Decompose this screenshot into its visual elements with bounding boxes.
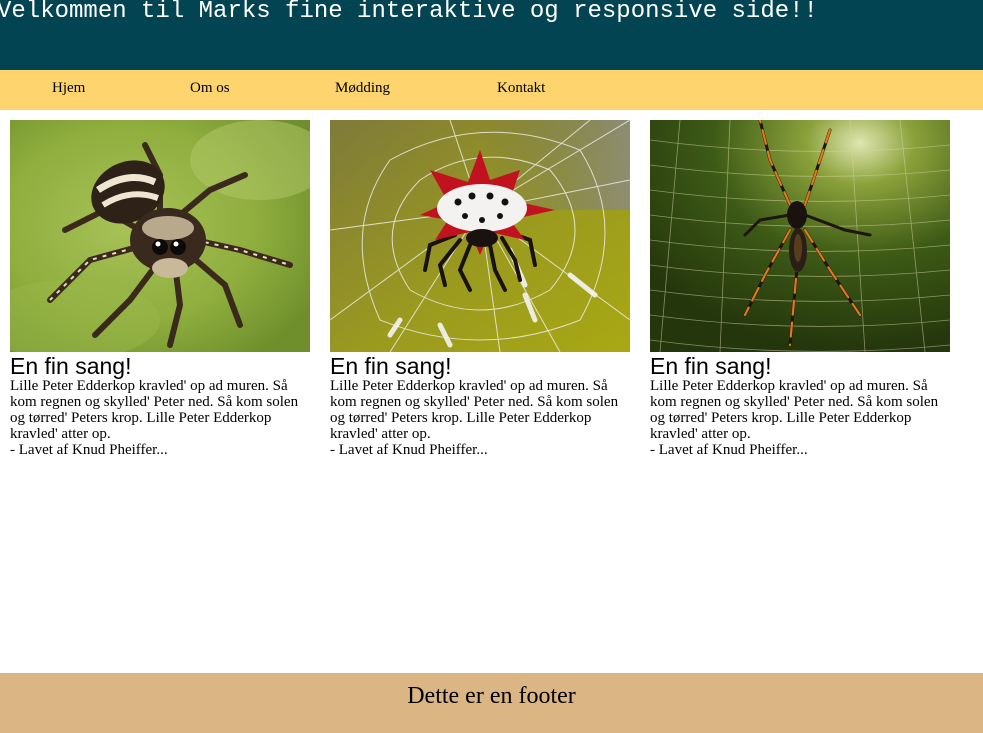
- card-1: En fin sang! Lille Peter Edderkop kravle…: [10, 120, 310, 458]
- card-credit: - Lavet af Knud Pheiffer...: [650, 442, 808, 458]
- page-title: Velkommen til Marks fine interaktive og …: [0, 0, 818, 25]
- card-credit: - Lavet af Knud Pheiffer...: [330, 442, 488, 458]
- main-nav: Hjem Om os Mødding Kontakt: [0, 70, 983, 110]
- site-footer: Dette er en footer: [0, 673, 983, 733]
- nav-link-modding[interactable]: Mødding: [335, 80, 390, 97]
- card-text: Lille Peter Edderkop kravled' op ad mure…: [650, 378, 939, 442]
- card-text: Lille Peter Edderkop kravled' op ad mure…: [330, 378, 619, 442]
- orb-weaver-image: [650, 120, 950, 352]
- spiny-spider-image: [330, 120, 630, 352]
- nav-link-hjem[interactable]: Hjem: [52, 80, 85, 97]
- jumping-spider-image: [10, 120, 310, 352]
- card-3: En fin sang! Lille Peter Edderkop kravle…: [650, 120, 950, 458]
- nav-link-om-os[interactable]: Om os: [190, 80, 230, 97]
- card-title: En fin sang!: [10, 353, 132, 379]
- card-2: En fin sang! Lille Peter Edderkop kravle…: [330, 120, 630, 458]
- nav-link-kontakt[interactable]: Kontakt: [497, 80, 545, 97]
- card-title: En fin sang!: [330, 353, 452, 379]
- site-header: Velkommen til Marks fine interaktive og …: [0, 0, 983, 70]
- card-credit: - Lavet af Knud Pheiffer...: [10, 442, 168, 458]
- card-title: En fin sang!: [650, 353, 772, 379]
- page: Velkommen til Marks fine interaktive og …: [0, 0, 983, 733]
- card-text: Lille Peter Edderkop kravled' op ad mure…: [10, 378, 299, 442]
- footer-text: Dette er en footer: [407, 683, 576, 709]
